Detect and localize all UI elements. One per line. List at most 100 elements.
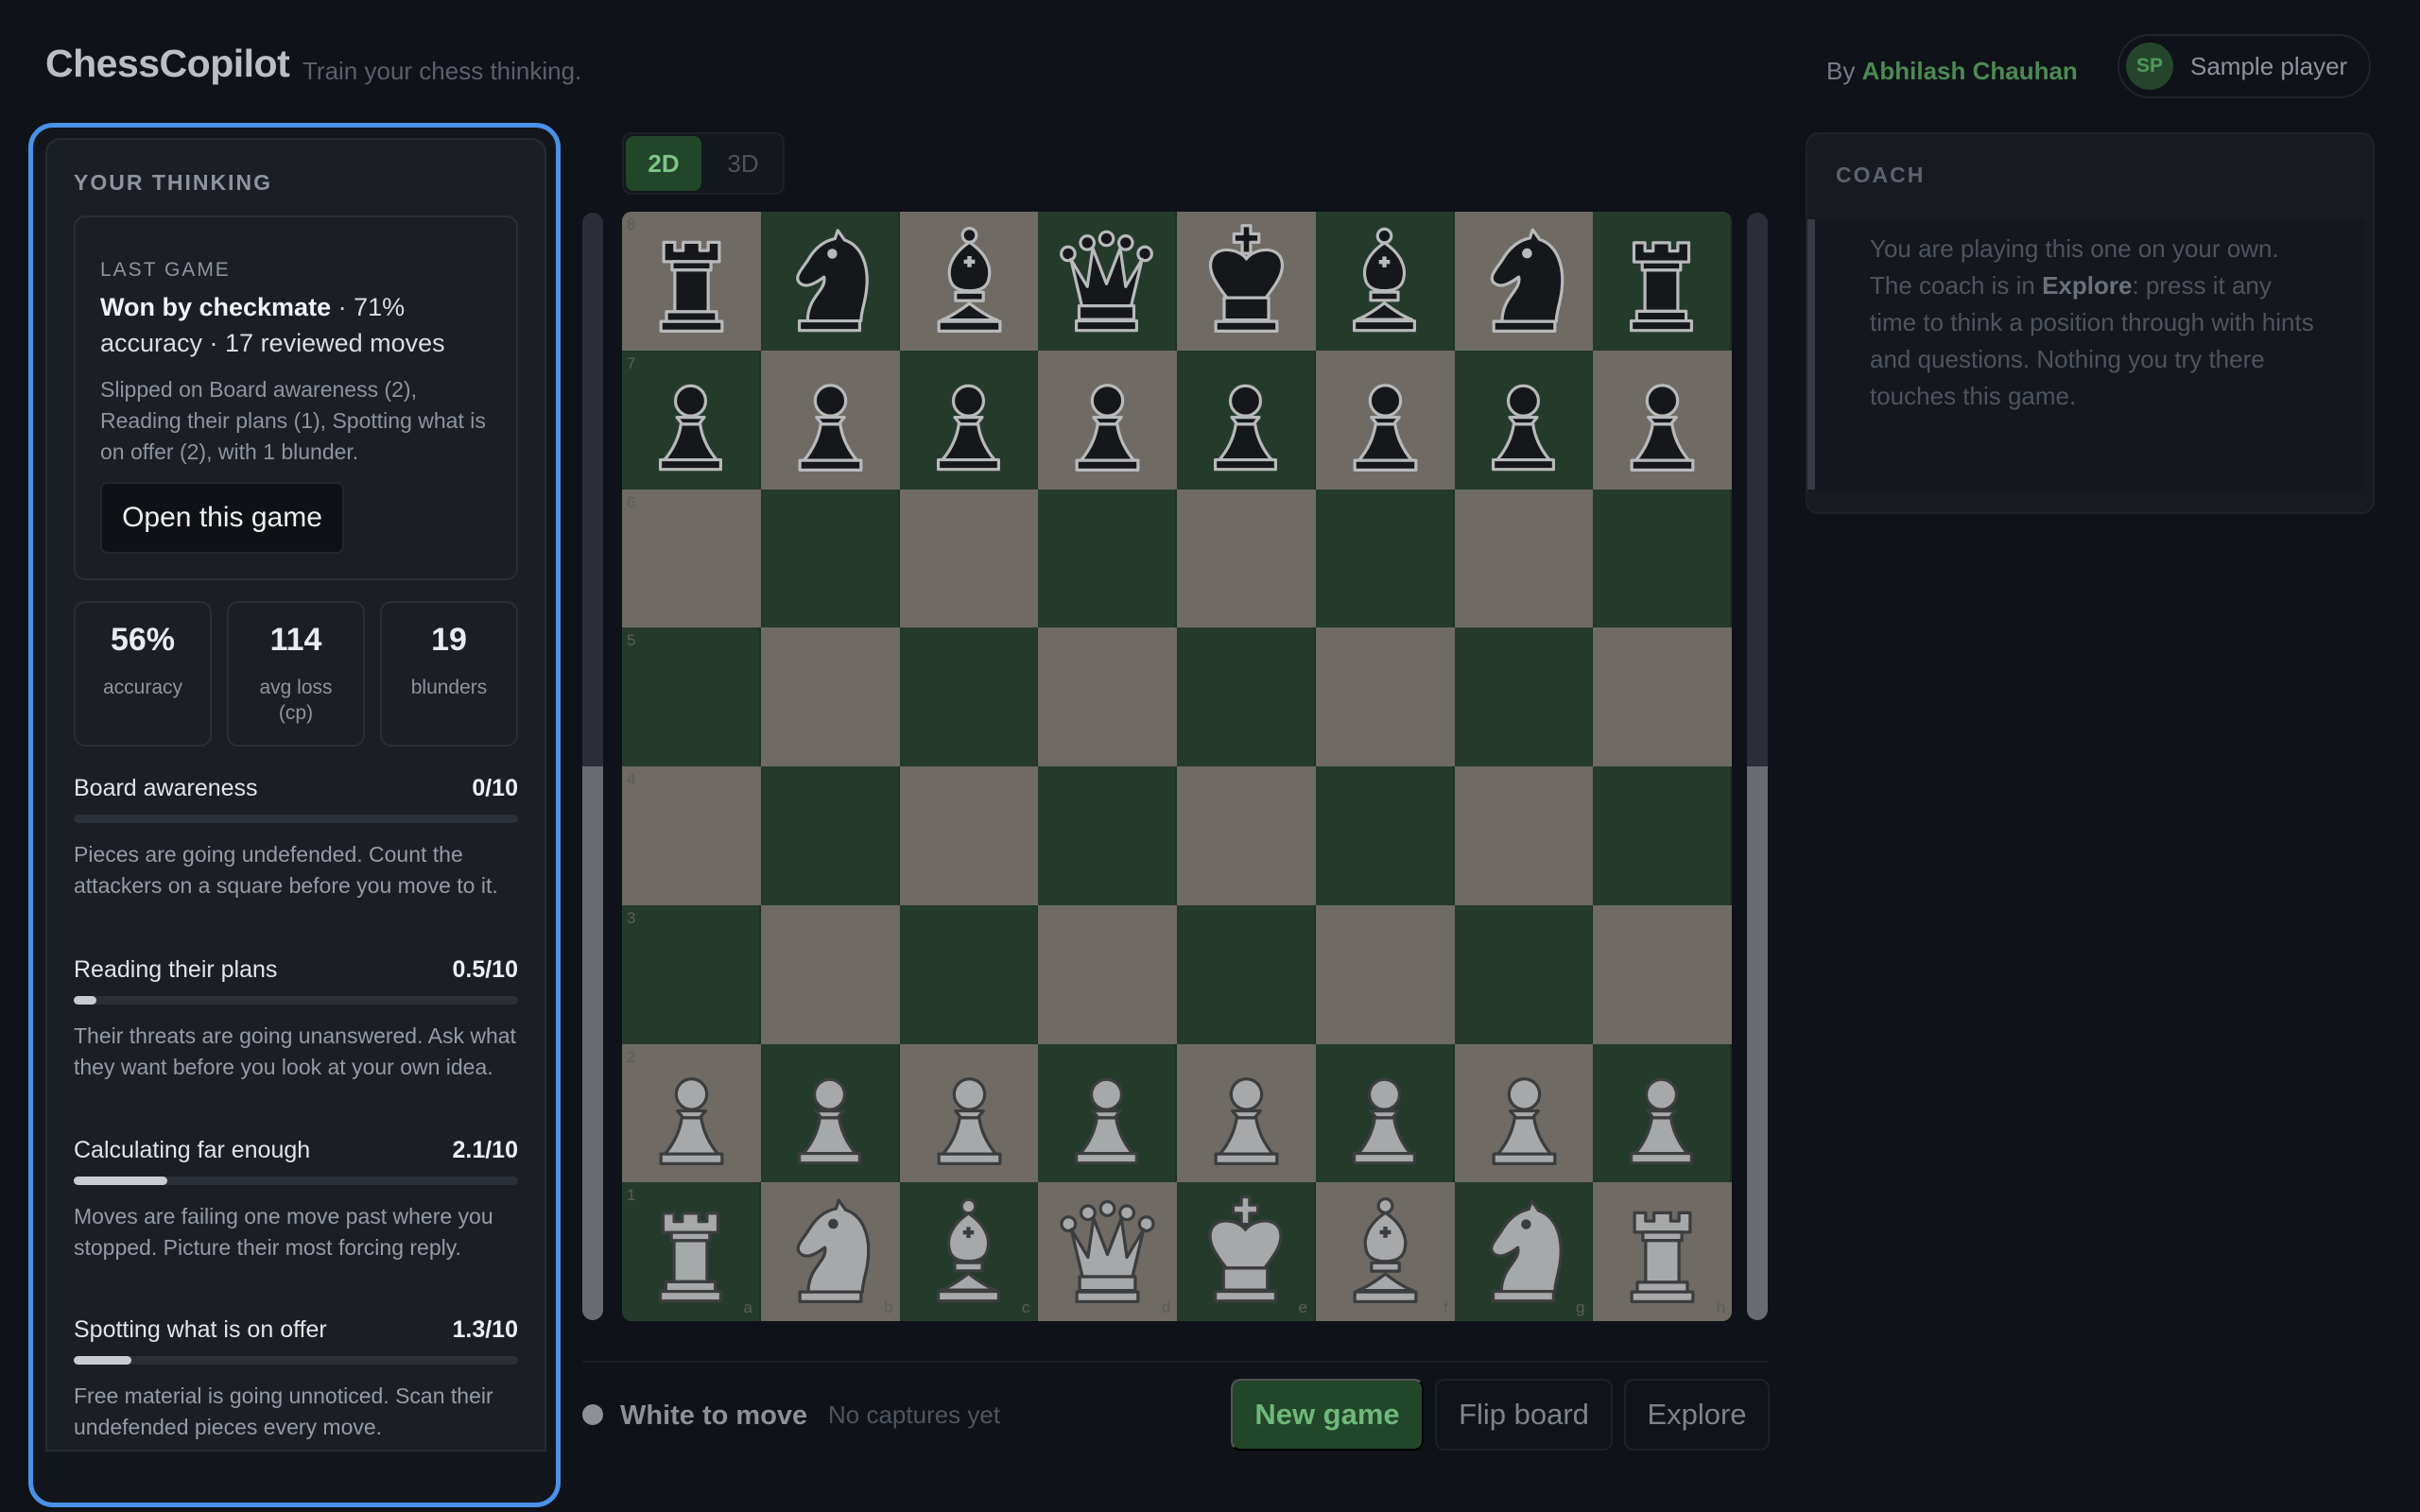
square-b2[interactable] (760, 1043, 900, 1183)
square-d4[interactable] (1038, 766, 1178, 905)
black-pawn-icon[interactable] (1316, 351, 1455, 490)
flip-board-button[interactable]: Flip board (1435, 1379, 1613, 1451)
square-d3[interactable] (1038, 904, 1178, 1044)
square-f2[interactable] (1315, 1043, 1455, 1183)
chess-board[interactable]: 87 6 5 4 3 21abcdefgh (622, 212, 1732, 1321)
white-rook-icon[interactable] (622, 1182, 759, 1321)
square-c6[interactable] (899, 489, 1039, 628)
black-pawn-icon[interactable] (1593, 351, 1732, 490)
square-b4[interactable] (760, 766, 900, 905)
black-pawn-icon[interactable] (1455, 351, 1592, 490)
square-e6[interactable] (1177, 489, 1316, 628)
white-pawn-icon[interactable] (622, 1044, 761, 1183)
white-bishop-icon[interactable] (900, 1182, 1037, 1321)
square-f7[interactable] (1315, 350, 1455, 490)
square-e1[interactable]: e (1177, 1182, 1316, 1321)
square-b5[interactable] (760, 627, 900, 767)
black-pawn-icon[interactable] (1177, 351, 1314, 490)
square-e3[interactable] (1177, 904, 1316, 1044)
black-queen-icon[interactable] (1038, 212, 1175, 351)
square-b8[interactable] (760, 212, 900, 351)
square-b3[interactable] (760, 904, 900, 1044)
white-knight-icon[interactable] (761, 1182, 900, 1321)
square-b6[interactable] (760, 489, 900, 628)
white-rook-icon[interactable] (1593, 1182, 1732, 1321)
square-a6[interactable]: 6 (622, 489, 761, 628)
square-c8[interactable] (899, 212, 1039, 351)
square-h2[interactable] (1593, 1043, 1732, 1183)
black-rook-icon[interactable] (622, 212, 761, 351)
white-pawn-icon[interactable] (1177, 1044, 1316, 1183)
view-2d-button[interactable]: 2D (626, 136, 701, 191)
square-g4[interactable] (1454, 766, 1594, 905)
square-h7[interactable] (1593, 350, 1732, 490)
square-a8[interactable]: 8 (622, 212, 761, 351)
square-h1[interactable]: h (1593, 1182, 1732, 1321)
author-link[interactable]: Abhilash Chauhan (1862, 57, 2078, 85)
view-3d-button[interactable]: 3D (705, 136, 781, 191)
square-a4[interactable]: 4 (622, 766, 761, 905)
white-pawn-icon[interactable] (761, 1044, 898, 1183)
square-c2[interactable] (899, 1043, 1039, 1183)
square-a5[interactable]: 5 (622, 627, 761, 767)
square-b1[interactable]: b (760, 1182, 900, 1321)
square-a2[interactable]: 2 (622, 1043, 761, 1183)
square-g5[interactable] (1454, 627, 1594, 767)
square-f8[interactable] (1315, 212, 1455, 351)
square-f6[interactable] (1315, 489, 1455, 628)
square-b7[interactable] (760, 350, 900, 490)
white-knight-icon[interactable] (1455, 1182, 1592, 1321)
white-pawn-icon[interactable] (900, 1044, 1039, 1183)
square-d7[interactable] (1038, 350, 1178, 490)
square-e7[interactable] (1177, 350, 1316, 490)
square-c3[interactable] (899, 904, 1039, 1044)
square-g8[interactable] (1454, 212, 1594, 351)
square-h6[interactable] (1593, 489, 1732, 628)
square-e8[interactable] (1177, 212, 1316, 351)
square-g2[interactable] (1454, 1043, 1594, 1183)
square-d1[interactable]: d (1038, 1182, 1178, 1321)
square-d8[interactable] (1038, 212, 1178, 351)
black-pawn-icon[interactable] (900, 351, 1037, 490)
square-g6[interactable] (1454, 489, 1594, 628)
square-h4[interactable] (1593, 766, 1732, 905)
square-a3[interactable]: 3 (622, 904, 761, 1044)
new-game-button[interactable]: New game (1231, 1379, 1424, 1451)
black-bishop-icon[interactable] (900, 212, 1039, 351)
black-pawn-icon[interactable] (1038, 351, 1177, 490)
square-e2[interactable] (1177, 1043, 1316, 1183)
square-f3[interactable] (1315, 904, 1455, 1044)
square-d2[interactable] (1038, 1043, 1178, 1183)
open-game-button[interactable]: Open this game (100, 482, 344, 554)
white-king-icon[interactable] (1177, 1182, 1314, 1321)
thinking-panel[interactable]: YOUR THINKING LAST GAME Won by checkmate… (45, 138, 546, 1452)
black-pawn-icon[interactable] (622, 351, 759, 490)
square-a7[interactable]: 7 (622, 350, 761, 490)
square-f4[interactable] (1315, 766, 1455, 905)
square-d6[interactable] (1038, 489, 1178, 628)
square-c5[interactable] (899, 627, 1039, 767)
white-pawn-icon[interactable] (1038, 1044, 1175, 1183)
black-knight-icon[interactable] (761, 212, 898, 351)
black-pawn-icon[interactable] (761, 351, 900, 490)
white-pawn-icon[interactable] (1593, 1044, 1730, 1183)
square-a1[interactable]: 1a (622, 1182, 761, 1321)
black-king-icon[interactable] (1177, 212, 1316, 351)
square-h8[interactable] (1593, 212, 1732, 351)
white-pawn-icon[interactable] (1316, 1044, 1453, 1183)
white-queen-icon[interactable] (1038, 1182, 1177, 1321)
square-c7[interactable] (899, 350, 1039, 490)
square-g1[interactable]: g (1454, 1182, 1594, 1321)
square-e5[interactable] (1177, 627, 1316, 767)
square-f1[interactable]: f (1315, 1182, 1455, 1321)
square-f5[interactable] (1315, 627, 1455, 767)
user-menu-button[interactable]: SP Sample player (2118, 34, 2371, 98)
white-pawn-icon[interactable] (1455, 1044, 1594, 1183)
explore-button[interactable]: Explore (1624, 1379, 1770, 1451)
square-e4[interactable] (1177, 766, 1316, 905)
black-bishop-icon[interactable] (1316, 212, 1453, 351)
square-c4[interactable] (899, 766, 1039, 905)
square-h5[interactable] (1593, 627, 1732, 767)
square-g7[interactable] (1454, 350, 1594, 490)
square-c1[interactable]: c (899, 1182, 1039, 1321)
